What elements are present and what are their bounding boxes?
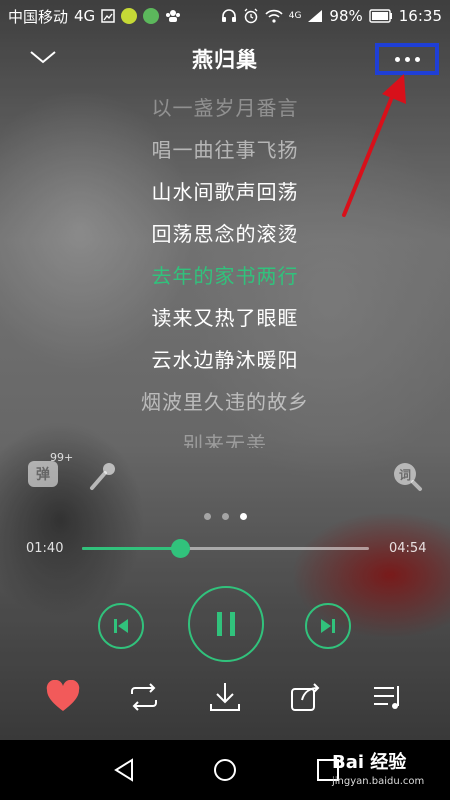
danmu-button[interactable]: 弹 99+: [28, 451, 73, 491]
group-notification-icon: [166, 10, 181, 22]
share-icon[interactable]: [288, 680, 324, 714]
current-time: 01:40: [26, 541, 64, 556]
signal-type-label: 4G: [288, 11, 302, 21]
danmu-count-badge: 99+: [50, 451, 74, 464]
microphone-icon[interactable]: [86, 459, 120, 493]
lyric-line: 别来无恙: [183, 432, 267, 448]
download-icon[interactable]: [207, 680, 243, 714]
status-bar: 中国移动 4G 4G 98% 16:35: [0, 0, 450, 32]
carrier-name: 中国移动: [8, 7, 69, 26]
next-track-icon: [321, 619, 335, 633]
page-dot-active[interactable]: [239, 513, 247, 520]
next-button[interactable]: [305, 603, 351, 649]
lyric-search-icon: 词: [394, 463, 422, 491]
clock: 16:35: [398, 7, 442, 25]
more-dot-icon: [414, 56, 420, 62]
more-dot-icon: [394, 56, 400, 62]
home-circle-icon[interactable]: [211, 756, 239, 784]
lyric-line: 回荡思念的滚烫: [151, 222, 299, 246]
progress-bar[interactable]: [82, 539, 369, 558]
lyric-line: 读来又热了眼眶: [151, 306, 299, 330]
lyrics-panel[interactable]: 以一盏岁月番言 唱一曲往事飞扬 山水间歌声回荡 回荡思念的滚烫 去年的家书两行 …: [0, 88, 450, 448]
pause-icon: [217, 612, 235, 636]
image-notification-icon: [101, 9, 115, 23]
previous-button[interactable]: [98, 603, 144, 649]
lyric-line-current: 去年的家书两行: [151, 264, 299, 288]
alarm-icon: [244, 8, 258, 24]
previous-track-icon: [114, 619, 128, 633]
total-time: 04:54: [389, 541, 427, 556]
lyric-line: 山水间歌声回荡: [151, 180, 299, 204]
repeat-icon[interactable]: [126, 680, 162, 714]
heart-icon[interactable]: [45, 680, 81, 714]
battery-percent: 98%: [329, 7, 363, 25]
network-type: 4G: [74, 7, 96, 25]
back-triangle-icon[interactable]: [110, 756, 138, 784]
playlist-icon[interactable]: [370, 680, 406, 714]
tool-row: 弹 99+ 词: [0, 451, 450, 495]
wifi-icon: [265, 9, 283, 23]
more-dot-icon: [404, 56, 410, 62]
page-dot[interactable]: [221, 513, 229, 520]
watermark: Bai 经验 jingyan.baidu.com: [332, 748, 442, 794]
headphones-icon: [221, 9, 236, 22]
chat-notification-icon: [143, 8, 160, 24]
lyric-line: 烟波里久违的故乡: [141, 390, 309, 414]
pause-button[interactable]: [188, 586, 264, 662]
app-notification-icon: [121, 8, 138, 24]
danmu-icon: 弹: [28, 461, 58, 487]
action-row: [0, 680, 450, 716]
watermark-url: jingyan.baidu.com: [332, 776, 425, 787]
lyric-line: 唱一曲往事飞扬: [151, 138, 299, 162]
progress-fill: [82, 547, 180, 550]
lyric-line: 以一盏岁月番言: [151, 96, 299, 120]
page-indicator: [0, 513, 450, 520]
watermark-brand: Bai 经验: [332, 752, 407, 773]
page-dot[interactable]: [203, 513, 211, 520]
battery-icon: [369, 9, 392, 23]
signal-strength-icon: [308, 10, 323, 22]
lyric-search-label: 词: [399, 468, 411, 482]
lyric-line: 云水边静沐暖阳: [151, 348, 299, 372]
lyric-search-button[interactable]: 词: [390, 459, 424, 493]
progress-thumb[interactable]: [170, 539, 190, 558]
